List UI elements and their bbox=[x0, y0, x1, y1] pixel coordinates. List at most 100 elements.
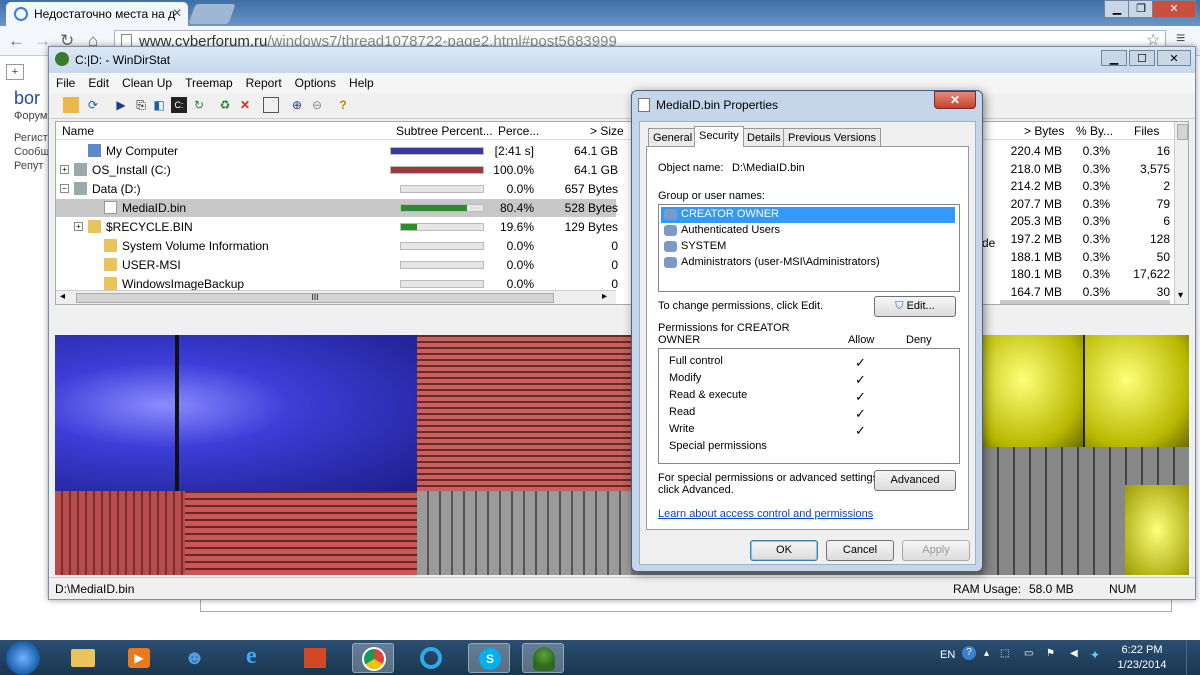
copy-icon[interactable]: ⎘ bbox=[133, 97, 149, 113]
monitor-icon[interactable]: ▭ bbox=[1024, 648, 1033, 659]
advanced-button[interactable]: Advanced bbox=[874, 470, 956, 491]
menu-edit[interactable]: Edit bbox=[81, 73, 115, 90]
tree-row[interactable]: + OS_Install (C:) 100.0% 64.1 GB bbox=[56, 161, 618, 179]
properties-icon[interactable] bbox=[263, 97, 279, 113]
tree-row[interactable]: System Volume Information 0.0% 0 bbox=[56, 237, 618, 255]
menu-treemap[interactable]: Treemap bbox=[178, 73, 239, 90]
treemap[interactable] bbox=[55, 335, 1189, 575]
recycle-icon[interactable]: ♻ bbox=[217, 97, 233, 113]
show-hidden-icons-icon[interactable]: ▴ bbox=[984, 648, 989, 659]
scroll-right-icon[interactable]: ▸ bbox=[602, 291, 607, 302]
system-clock[interactable]: 6:22 PM 1/23/2014 bbox=[1110, 643, 1174, 673]
refresh-selected-icon[interactable]: ▶ bbox=[113, 97, 129, 113]
show-desktop-button[interactable] bbox=[1186, 640, 1200, 675]
back-arrow-icon[interactable]: ← bbox=[8, 31, 25, 51]
group-list-item[interactable]: Administrators (user-MSI\Administrators) bbox=[661, 255, 955, 271]
dropbox-icon[interactable]: ✦ bbox=[1090, 648, 1100, 662]
forum-username[interactable]: bor bbox=[14, 88, 40, 109]
chrome-taskbar-button[interactable] bbox=[352, 643, 394, 673]
tab-details[interactable]: Details bbox=[742, 128, 786, 146]
vertical-scrollbar[interactable]: ▾ bbox=[1174, 122, 1188, 304]
restore-browser-button[interactable]: ❐ bbox=[1128, 0, 1154, 18]
zoom-out-icon[interactable]: ⊖ bbox=[309, 97, 325, 113]
expand-toggle-icon[interactable]: + bbox=[60, 165, 69, 174]
tree-row[interactable]: USER-MSI 0.0% 0 bbox=[56, 256, 618, 274]
tree-row-right[interactable]: 220.4 MB 0.3% 16 bbox=[1000, 142, 1170, 160]
tree-row-right[interactable]: 205.3 MB 0.3% 6 bbox=[1000, 212, 1170, 230]
treemap-block[interactable] bbox=[185, 491, 417, 575]
help-icon[interactable]: ? bbox=[962, 646, 976, 660]
minimize-browser-button[interactable]: ▁ bbox=[1104, 0, 1130, 18]
menu-file[interactable]: File bbox=[49, 73, 81, 90]
horizontal-scrollbar[interactable]: ◂ III ▸ bbox=[56, 290, 616, 304]
tree-row-right[interactable]: 164.7 MB 0.3% 30 bbox=[1000, 283, 1170, 301]
apply-button[interactable]: Apply bbox=[902, 540, 970, 561]
minimize-button[interactable]: ▁ bbox=[1101, 50, 1127, 66]
scroll-thumb[interactable] bbox=[1177, 124, 1188, 140]
close-button[interactable]: ✕ bbox=[1157, 50, 1191, 66]
ie-taskbar-button[interactable]: e bbox=[236, 643, 278, 673]
delete-icon[interactable]: ✕ bbox=[237, 97, 253, 113]
col-bytes[interactable]: > Bytes bbox=[1024, 124, 1064, 138]
group-list-item[interactable]: CREATOR OWNER bbox=[661, 207, 955, 223]
col-percent-bytes[interactable]: % By... bbox=[1076, 124, 1113, 138]
scroll-left-icon[interactable]: ◂ bbox=[60, 291, 65, 302]
tree-row-right[interactable]: 188.1 MB 0.3% 50 bbox=[1000, 248, 1170, 266]
expand-icon[interactable]: + bbox=[6, 64, 24, 80]
tree-row[interactable]: MediaID.bin 80.4% 528 Bytes bbox=[56, 199, 618, 217]
learn-access-control-link[interactable]: Learn about access control and permissio… bbox=[658, 508, 873, 520]
ok-button[interactable]: OK bbox=[750, 540, 818, 561]
tree-row[interactable]: My Computer [2:41 s] 64.1 GB bbox=[56, 142, 618, 160]
treemap-block-yellow[interactable] bbox=[1125, 485, 1189, 575]
close-browser-button[interactable]: ✕ bbox=[1152, 0, 1196, 18]
explorer-taskbar-button[interactable] bbox=[62, 643, 104, 673]
explorer-icon[interactable]: ◧ bbox=[151, 97, 167, 113]
col-files[interactable]: Files bbox=[1134, 124, 1159, 138]
tree-row[interactable]: + $RECYCLE.BIN 19.6% 129 Bytes bbox=[56, 218, 618, 236]
treemap-block[interactable] bbox=[417, 335, 631, 491]
group-list-item[interactable]: SYSTEM bbox=[661, 239, 955, 255]
flag-icon[interactable]: ⚑ bbox=[1046, 648, 1055, 659]
tab-close-icon[interactable]: ✕ bbox=[172, 6, 182, 20]
treemap-block-large[interactable] bbox=[55, 335, 417, 491]
dialog-close-button[interactable]: ✕ bbox=[934, 91, 976, 109]
group-list-item[interactable]: Authenticated Users bbox=[661, 223, 955, 239]
menu-report[interactable]: Report bbox=[239, 73, 288, 90]
treemap-block[interactable] bbox=[55, 491, 185, 575]
volume-icon[interactable]: ◀ bbox=[1070, 648, 1078, 659]
open-icon[interactable] bbox=[63, 97, 79, 113]
tab-security[interactable]: Security bbox=[694, 126, 744, 147]
tab-previous-versions[interactable]: Previous Versions bbox=[783, 128, 882, 146]
col-percent[interactable]: Perce... bbox=[498, 124, 539, 138]
tree-row-right[interactable]: 214.2 MB 0.3% 2 bbox=[1000, 177, 1170, 195]
skype-taskbar-button[interactable]: S bbox=[468, 643, 510, 673]
network-icon[interactable]: ⬚ bbox=[1000, 648, 1009, 659]
cancel-button[interactable]: Cancel bbox=[826, 540, 894, 561]
start-button[interactable] bbox=[6, 641, 40, 675]
windirstat-taskbar-button[interactable] bbox=[522, 643, 564, 673]
col-size[interactable]: > Size bbox=[590, 124, 624, 138]
tree-row-right[interactable]: 153.0 MB 0.2% 163 bbox=[1000, 300, 1170, 304]
menu-help[interactable]: Help bbox=[342, 73, 380, 90]
treemap-block-yellow[interactable] bbox=[1085, 335, 1189, 447]
menu-clean-up[interactable]: Clean Up bbox=[115, 73, 178, 90]
expand-toggle-icon[interactable]: + bbox=[74, 222, 83, 231]
tree-row-right[interactable]: 218.0 MB 0.3% 3,575 bbox=[1000, 160, 1170, 178]
language-indicator[interactable]: EN bbox=[940, 649, 955, 661]
media-player-taskbar-button[interactable]: ▶ bbox=[118, 643, 160, 673]
tree-row-right[interactable]: 180.1 MB 0.3% 17,622 bbox=[1000, 265, 1170, 283]
tree-row[interactable]: − Data (D:) 0.0% 657 Bytes bbox=[56, 180, 618, 198]
tree-row-right[interactable]: 207.7 MB 0.3% 79 bbox=[1000, 195, 1170, 213]
treemap-block[interactable] bbox=[417, 491, 631, 575]
zoom-in-icon[interactable]: ⊕ bbox=[289, 97, 305, 113]
refresh-all-icon[interactable]: ⟳ bbox=[85, 97, 101, 113]
maximize-button[interactable]: ☐ bbox=[1129, 50, 1155, 66]
expand-toggle-icon[interactable]: − bbox=[60, 184, 69, 193]
command-prompt-icon[interactable]: C: bbox=[171, 97, 187, 113]
scroll-thumb[interactable]: III bbox=[76, 293, 554, 303]
tree-row-right[interactable]: 197.2 MB 0.3% 128 bbox=[1000, 230, 1170, 248]
browser-tab[interactable]: Недостаточно места на д ✕ bbox=[6, 2, 188, 26]
messenger-taskbar-button[interactable]: ☻ bbox=[176, 643, 218, 673]
app-taskbar-button[interactable] bbox=[410, 643, 452, 673]
refresh-icon[interactable]: ↻ bbox=[191, 97, 207, 113]
